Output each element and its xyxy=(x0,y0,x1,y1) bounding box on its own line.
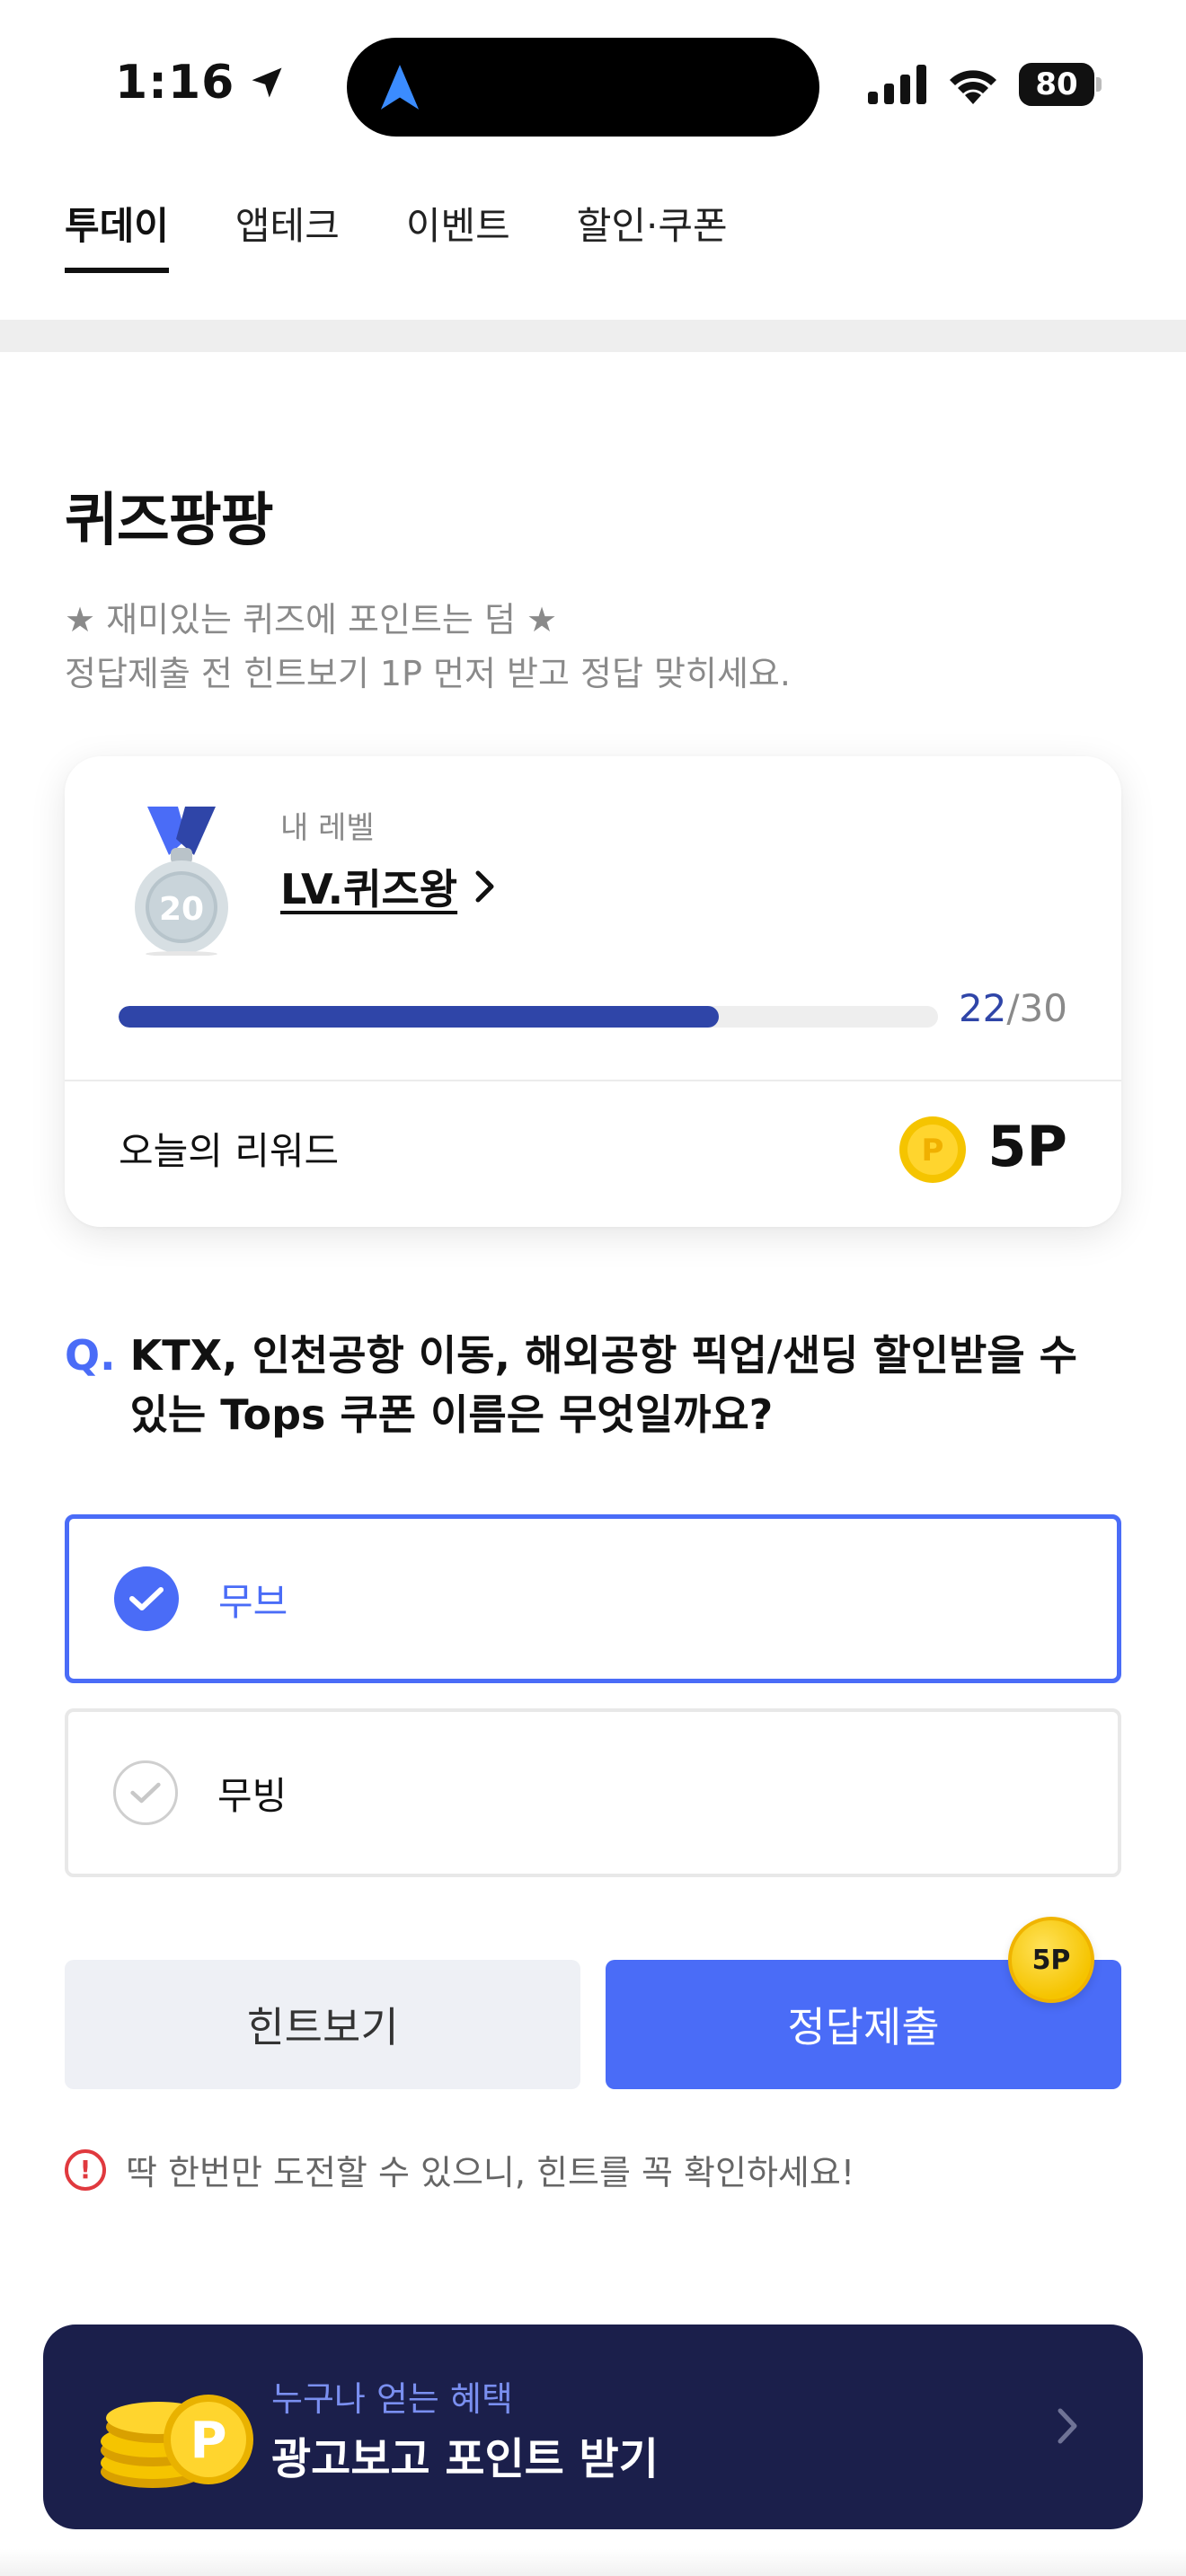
alert-circle-icon: ! xyxy=(65,2148,106,2191)
banner-subtitle: 누구나 얻는 혜택 xyxy=(271,2379,513,2419)
level-name-text: LV.퀴즈왕 xyxy=(280,865,458,913)
tab-events[interactable]: 이벤트 xyxy=(406,196,510,278)
coin-letter: P xyxy=(922,1133,944,1169)
question-prefix: Q. xyxy=(65,1331,116,1380)
question-text: KTX, 인천공항 이동, 해외공항 픽업/샌딩 할인받을 수 있는 Tops … xyxy=(129,1331,1078,1439)
chevron-right-icon xyxy=(1058,2408,1077,2444)
ad-points-banner[interactable]: P 누구나 얻는 혜택 광고보고 포인트 받기 xyxy=(43,2325,1143,2529)
section-divider xyxy=(0,320,1186,352)
card-divider xyxy=(65,1080,1121,1081)
reward-label: 오늘의 리워드 xyxy=(119,1129,340,1173)
status-bar: 1:16 80 xyxy=(0,0,1186,171)
answer-option-2-label: 무빙 xyxy=(217,1773,288,1818)
cellular-signal-icon xyxy=(868,65,926,104)
coin-stack-icon: P xyxy=(101,2395,253,2488)
progress-total: /30 xyxy=(1006,986,1067,1030)
status-time-text: 1:16 xyxy=(115,56,235,110)
coin-icon: P xyxy=(899,1116,966,1183)
level-name-link[interactable]: LV.퀴즈왕 xyxy=(280,857,497,916)
chevron-right-icon xyxy=(475,870,494,903)
page-subtitle: ★ 재미있는 퀴즈에 포인트는 덤 ★ 정답제출 전 힌트보기 1P 먼저 받고… xyxy=(65,593,791,701)
battery-level: 80 xyxy=(1019,63,1094,106)
warning-text: 딱 한번만 도전할 수 있으니, 힌트를 꼭 확인하세요! xyxy=(126,2153,855,2192)
level-progress-text: 22/30 xyxy=(959,986,1067,1030)
progress-current: 22 xyxy=(958,986,1007,1030)
status-time: 1:16 xyxy=(115,56,287,110)
tab-apptech[interactable]: 앱테크 xyxy=(235,196,340,278)
subtitle-line-1: ★ 재미있는 퀴즈에 포인트는 덤 ★ xyxy=(65,600,558,640)
battery-icon: 80 xyxy=(1019,63,1102,106)
subtitle-line-2: 정답제출 전 힌트보기 1P 먼저 받고 정답 맞히세요. xyxy=(65,654,791,693)
wifi-icon xyxy=(950,70,996,104)
checkmark-unselected-icon xyxy=(113,1760,178,1825)
status-indicators: 80 xyxy=(868,63,1102,106)
tab-discount-coupon[interactable]: 할인·쿠폰 xyxy=(577,196,728,278)
top-tabs: 투데이 앱테크 이벤트 할인·쿠폰 xyxy=(65,196,728,286)
level-caption: 내 레벨 xyxy=(280,810,375,846)
checkmark-selected-icon xyxy=(114,1566,179,1631)
page-title: 퀴즈팡팡 xyxy=(65,488,274,554)
level-card: 20 내 레벨 LV.퀴즈왕 22/30 오늘의 리워드 P 5P xyxy=(65,756,1121,1227)
banner-coin-letter: P xyxy=(190,2412,226,2470)
reward-value: 5P xyxy=(987,1114,1067,1179)
answer-option-1-label: 무브 xyxy=(218,1579,288,1624)
dynamic-island xyxy=(347,38,819,137)
hint-button[interactable]: 힌트보기 xyxy=(65,1960,580,2089)
navigation-arrow-icon xyxy=(380,65,420,110)
warning-notice: ! 딱 한번만 도전할 수 있으니, 힌트를 꼭 확인하세요! xyxy=(65,2145,854,2194)
level-progress-bar xyxy=(119,1006,938,1028)
medal-level-text: 20 xyxy=(159,891,204,928)
banner-title: 광고보고 포인트 받기 xyxy=(271,2434,659,2484)
answer-option-1[interactable]: 무브 xyxy=(65,1514,1121,1683)
bottom-edge xyxy=(0,2549,1186,2576)
medal-icon: 20 xyxy=(135,807,228,956)
quiz-question: Q. KTX, 인천공항 이동, 해외공항 픽업/샌딩 할인받을 수 있는 To… xyxy=(65,1326,1121,1444)
submit-reward-badge: 5P xyxy=(1008,1917,1094,2003)
location-arrow-icon xyxy=(252,67,282,98)
level-progress-fill xyxy=(119,1006,720,1028)
answer-option-2[interactable]: 무빙 xyxy=(65,1708,1121,1877)
tab-today[interactable]: 투데이 xyxy=(65,196,169,278)
